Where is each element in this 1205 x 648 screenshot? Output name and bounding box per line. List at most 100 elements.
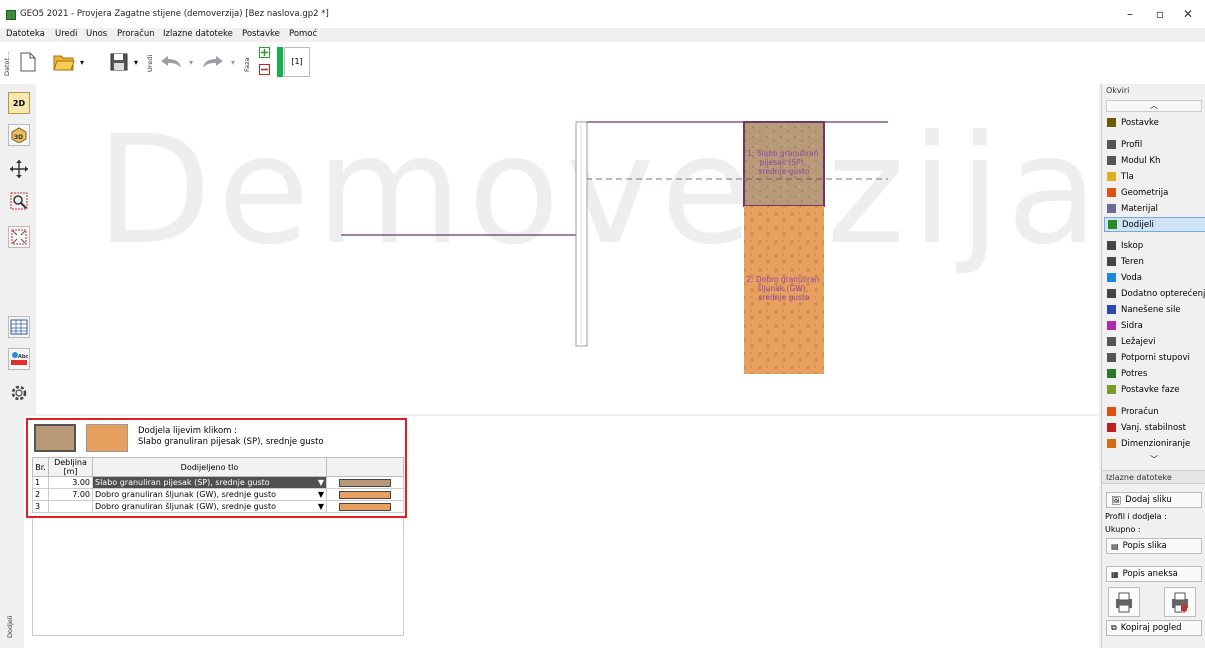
assign-table: Br. Debljina [m] Dodijeljeno tlo 1 3.00 … <box>32 457 404 513</box>
settings-button[interactable] <box>8 382 30 404</box>
appendix-list-label: Popis aneksa <box>1122 569 1178 579</box>
soil-color-swatch <box>339 502 391 511</box>
table-row[interactable]: 3 Dobro granuliran šljunak (GW), srednje… <box>32 500 404 513</box>
open-file-button[interactable] <box>52 50 76 74</box>
labels-button[interactable]: Abc <box>8 348 30 370</box>
phase-1-tab[interactable]: [1] <box>284 47 310 77</box>
frame-item-le-ajevi[interactable]: Ležajevi <box>1104 334 1205 349</box>
save-dropdown-icon[interactable]: ▾ <box>131 56 141 68</box>
water-icon <box>1107 273 1116 282</box>
frame-item-voda[interactable]: Voda <box>1104 270 1205 285</box>
phase-color-tab <box>277 47 283 77</box>
table-row[interactable]: 1 3.00 Slabo granuliran pijesak (SP), sr… <box>32 476 404 489</box>
zoom-button[interactable] <box>8 190 30 212</box>
svg-text:3D: 3D <box>14 134 23 141</box>
assign-hint-soil: Slabo granuliran pijesak (SP), srednje g… <box>138 437 324 447</box>
edit-group-label: Uredi <box>146 54 154 72</box>
frame-item-tla[interactable]: Tla <box>1104 169 1205 184</box>
bottom-side-strip: Dodjeli <box>0 416 24 648</box>
frame-item-nane-ene-sile[interactable]: Nanešene sile <box>1104 302 1205 317</box>
add-phase-button[interactable] <box>258 46 270 58</box>
frame-item-vanj-stabilnost[interactable]: Vanj. stabilnost <box>1104 420 1205 435</box>
drawing-canvas[interactable]: Demoverzija 1: Slabo granuliran pijesak … <box>36 84 1099 414</box>
menu-postavke[interactable]: Postavke <box>242 29 280 39</box>
menu-proracun[interactable]: Proračun <box>117 29 155 39</box>
table-row[interactable]: 2 7.00 Dobro granuliran šljunak (GW), sr… <box>32 488 404 501</box>
print-export-button[interactable] <box>1164 587 1196 617</box>
add-picture-button[interactable]: 🖼 Dodaj sliku <box>1106 492 1202 508</box>
close-button[interactable]: ✕ <box>1178 6 1198 22</box>
stability-icon <box>1107 423 1116 432</box>
frame-item-potres[interactable]: Potres <box>1104 366 1205 381</box>
redo-button[interactable] <box>200 50 226 74</box>
frame-item-label: Dimenzioniranje <box>1121 438 1191 449</box>
remove-phase-button[interactable] <box>258 63 270 75</box>
table-empty-area <box>32 518 404 636</box>
undo-icon <box>161 56 181 68</box>
pan-button[interactable] <box>8 158 30 180</box>
frame-item-label: Nanešene sile <box>1121 304 1181 315</box>
frame-item-modul-kh[interactable]: Modul Kh <box>1104 153 1205 168</box>
menu-uredi[interactable]: Uredi <box>55 29 78 39</box>
open-folder-icon <box>53 55 75 71</box>
appendix-list-button[interactable]: ▦ Popis aneksa <box>1106 566 1202 582</box>
picture-list-button[interactable]: ▤ Popis slika <box>1106 538 1202 554</box>
frame-item-dodatno-optere-enje[interactable]: Dodatno opterećenje <box>1104 286 1205 301</box>
print-export-icon <box>1172 592 1188 613</box>
copy-view-button[interactable]: ⧉ Kopiraj pogled <box>1106 620 1202 636</box>
app-icon <box>6 10 16 20</box>
wall-model-drawing: 1: Slabo granuliran pijesak (SP), srednj… <box>341 121 888 374</box>
maximize-button[interactable]: ▫ <box>1150 6 1170 22</box>
frame-item-dodijeli[interactable]: Dodijeli <box>1104 217 1205 232</box>
zoom-extents-button[interactable] <box>8 226 30 248</box>
frame-item-teren[interactable]: Teren <box>1104 254 1205 269</box>
supports-icon <box>1107 337 1116 346</box>
frame-item-potporni-stupovi[interactable]: Potporni stupovi <box>1104 350 1205 365</box>
gear-icon <box>11 385 27 401</box>
menu-datoteka[interactable]: Datoteka <box>6 29 45 39</box>
new-file-button[interactable] <box>18 50 38 74</box>
menu-unos[interactable]: Unos <box>86 29 107 39</box>
frame-item-dimenzioniranje[interactable]: Dimenzioniranje <box>1104 436 1205 451</box>
file-group-label: Datot... <box>3 51 11 76</box>
menu-izlazne-datoteke[interactable]: Izlazne datoteke <box>163 29 233 39</box>
frame-item-sidra[interactable]: Sidra <box>1104 318 1205 333</box>
frame-item-iskop[interactable]: Iskop <box>1104 238 1205 253</box>
analysis-icon <box>1107 407 1116 416</box>
soil-select[interactable]: Dobro granuliran šljunak (GW), srednje g… <box>92 488 327 501</box>
window-title: GEO5 2021 - Provjera Zagatne stijene (de… <box>20 9 329 19</box>
open-dropdown-icon[interactable]: ▾ <box>77 56 87 68</box>
left-toolbar: 2D 3D Abc <box>0 84 34 414</box>
sheet-pile-wall[interactable] <box>575 121 588 347</box>
scroll-down-button[interactable]: ﹀ <box>1106 456 1202 466</box>
menu-pomoc[interactable]: Pomoć <box>289 29 317 39</box>
undo-button[interactable] <box>158 50 184 74</box>
minimize-button[interactable]: – <box>1120 6 1140 22</box>
chevron-up-icon: ︿ <box>1150 101 1158 110</box>
redo-dropdown-icon[interactable]: ▾ <box>228 56 238 68</box>
printer-icon <box>1116 592 1132 613</box>
frame-item-postavke[interactable]: Postavke <box>1104 115 1205 130</box>
table-icon <box>10 319 28 335</box>
frame-item-materijal[interactable]: Materijal <box>1104 201 1205 216</box>
table-view-button[interactable] <box>8 316 30 338</box>
save-button[interactable] <box>108 50 130 74</box>
soil-swatch-sand[interactable] <box>34 424 76 452</box>
frame-item-label: Postavke faze <box>1121 384 1180 395</box>
soil-select[interactable]: Dobro granuliran šljunak (GW), srednje g… <box>92 500 327 513</box>
row-thickness: 3.00 <box>48 476 93 489</box>
undo-dropdown-icon[interactable]: ▾ <box>186 56 196 68</box>
frame-item-geometrija[interactable]: Geometrija <box>1104 185 1205 200</box>
frame-item-prora-un[interactable]: Proračun <box>1104 404 1205 419</box>
soil-swatch-gravel[interactable] <box>86 424 128 452</box>
frame-item-profil[interactable]: Profil <box>1104 137 1205 152</box>
scroll-up-button[interactable]: ︿ <box>1106 100 1202 112</box>
props-icon <box>1107 353 1116 362</box>
excavation-icon <box>1107 241 1116 250</box>
soil-select[interactable]: Slabo granuliran pijesak (SP), srednje g… <box>92 476 327 489</box>
frame-item-postavke-faze[interactable]: Postavke faze <box>1104 382 1205 397</box>
print-button[interactable] <box>1108 587 1140 617</box>
frames-header: Okviri <box>1106 86 1130 95</box>
view-2d-button[interactable]: 2D <box>8 92 30 114</box>
view-3d-button[interactable]: 3D <box>8 124 30 146</box>
